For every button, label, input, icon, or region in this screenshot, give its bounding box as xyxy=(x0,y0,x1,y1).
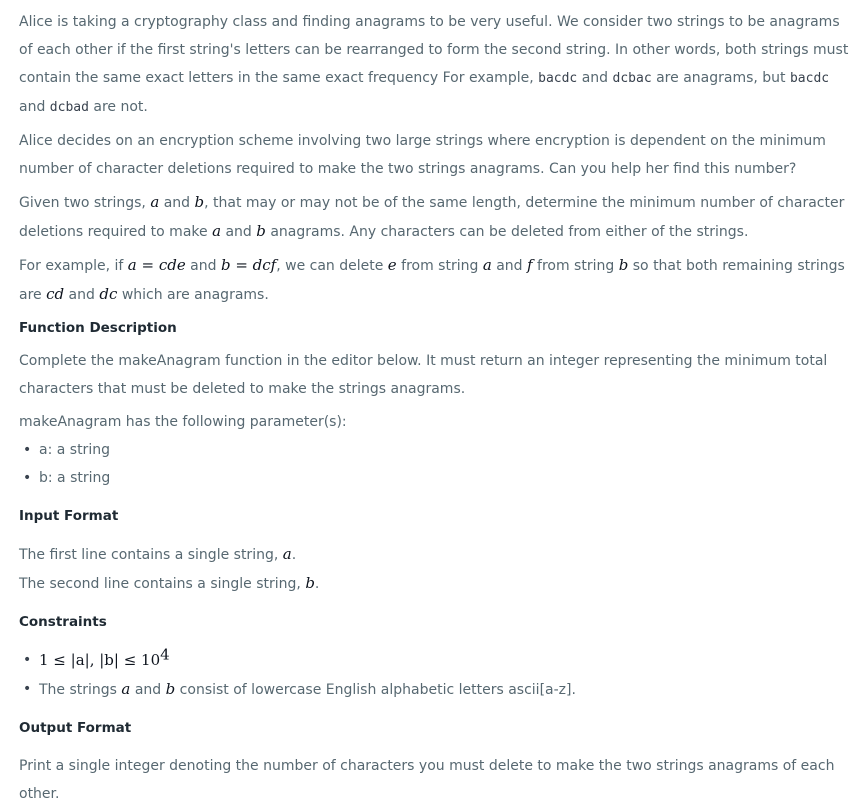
math-var-a: a xyxy=(212,222,222,240)
bullet-icon: • xyxy=(23,442,32,458)
math-var-b: b xyxy=(165,680,176,698)
code-example-2: dcbac xyxy=(612,71,652,86)
output-format-text: Print a single integer denoting the numb… xyxy=(19,758,835,802)
math-var-b: b xyxy=(618,256,629,274)
problem-statement: Alice is taking a cryptography class and… xyxy=(19,8,857,808)
output-format-heading: Output Format xyxy=(19,720,132,736)
example-paragraph: For example, if a = cde and b = dcf, we … xyxy=(19,256,845,303)
constraints-list: • 1 ≤ |a|, |b| ≤ 104 • The strings a and b… xyxy=(19,646,857,704)
input-line-1: The first line contains a single string,… xyxy=(19,545,297,563)
input-format-heading: Input Format xyxy=(19,508,119,524)
function-description-text: Complete the makeAnagram function in the… xyxy=(19,353,828,397)
list-item: • a: a string xyxy=(19,436,857,464)
math-var-a: a xyxy=(482,256,492,274)
constraints-heading: Constraints xyxy=(19,614,107,630)
task-paragraph: Given two strings, a and b, that may or … xyxy=(19,193,845,240)
math-eq-b: b = dcf xyxy=(220,256,277,274)
math-var-a: a xyxy=(282,545,292,563)
params-intro: makeAnagram has the following parameter(… xyxy=(19,414,347,430)
code-example-3: bacdc xyxy=(789,71,830,86)
code-example-4: dcbad xyxy=(49,100,89,115)
function-description-heading: Function Description xyxy=(19,320,177,336)
math-cd: cd xyxy=(46,285,65,303)
code-example-1: bacdc xyxy=(538,71,578,86)
bullet-icon: • xyxy=(23,470,32,486)
math-var-a: a xyxy=(150,193,160,211)
math-var-b: b xyxy=(256,222,266,240)
encryption-paragraph: Alice decides on an encryption scheme in… xyxy=(19,133,826,177)
intro-paragraph: Alice is taking a cryptography class and… xyxy=(19,14,849,115)
list-item: • The strings a and b consist of lowercas… xyxy=(19,675,857,704)
bullet-icon: • xyxy=(23,652,32,668)
math-var-b: b xyxy=(194,193,205,211)
input-line-2: The second line contains a single string… xyxy=(19,574,320,592)
constraint-length: 1 ≤ |a|, |b| ≤ 10 xyxy=(39,651,161,669)
math-dc: dc xyxy=(99,285,118,303)
list-item: • b: a string xyxy=(19,464,857,492)
math-var-b: b xyxy=(305,574,315,592)
constraint-exponent: 4 xyxy=(160,645,170,664)
bullet-icon: • xyxy=(23,681,32,697)
math-var-e: e xyxy=(387,256,397,274)
list-item: • 1 ≤ |a|, |b| ≤ 104 xyxy=(19,646,857,675)
math-eq-a: a = cde xyxy=(127,256,186,274)
params-list: • a: a string • b: a string xyxy=(19,436,857,492)
